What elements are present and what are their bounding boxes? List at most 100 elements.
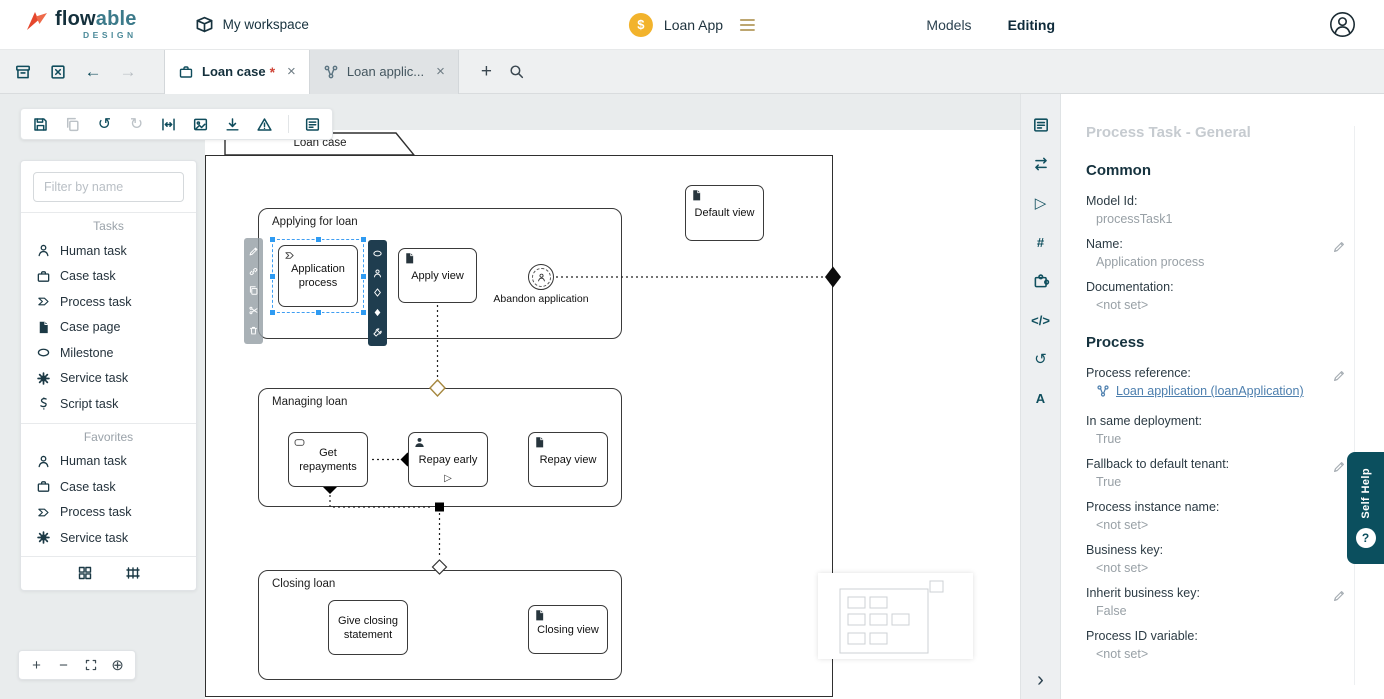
close-tab-icon[interactable]: × xyxy=(287,63,296,80)
redo-icon[interactable]: ↻ xyxy=(128,116,145,133)
code-icon[interactable]: </> xyxy=(1031,311,1050,329)
copy-icon[interactable] xyxy=(64,116,81,133)
edit-pencil-icon[interactable] xyxy=(1332,589,1346,603)
selection-outline xyxy=(269,236,367,316)
user-avatar[interactable] xyxy=(1329,11,1356,38)
field-documentation: Documentation: <not set> xyxy=(1086,280,1174,312)
process-task-icon xyxy=(38,297,49,306)
fit-width-icon[interactable] xyxy=(160,116,177,133)
grid-view-icon[interactable] xyxy=(77,565,93,581)
selection-handle[interactable] xyxy=(360,309,367,316)
hash-icon[interactable]: # xyxy=(1032,233,1050,251)
validation-warning-icon[interactable] xyxy=(256,116,273,133)
undo-icon[interactable]: ↺ xyxy=(96,116,113,133)
close-tab-icon[interactable]: × xyxy=(436,63,445,80)
attributes-panel-icon[interactable] xyxy=(1032,116,1050,134)
palette-filter-input[interactable] xyxy=(33,172,184,202)
edit-pencil-icon[interactable] xyxy=(1332,460,1346,474)
case-page-icon xyxy=(39,321,48,333)
selection-handle[interactable] xyxy=(314,236,322,243)
event-listener-abandon[interactable] xyxy=(528,264,554,290)
app-switcher[interactable]: $ Loan App xyxy=(628,12,756,37)
play-icon[interactable]: ▷ xyxy=(1032,194,1050,212)
task-give-closing-statement[interactable]: Give closing statement xyxy=(328,600,408,655)
brand-flow: flow xyxy=(55,8,96,31)
task-default-view[interactable]: Default view xyxy=(685,185,764,241)
tab-loan-application[interactable]: Loan applic... × xyxy=(309,49,459,94)
palette-item-fav-service-task[interactable]: Service task xyxy=(21,525,196,551)
minimap[interactable] xyxy=(818,573,973,659)
workspace-switcher[interactable]: My workspace xyxy=(195,15,309,34)
palette-item-human-task[interactable]: Human task xyxy=(21,238,196,264)
sentry-option-icon[interactable] xyxy=(372,287,383,298)
palette-item-fav-human-task[interactable]: Human task xyxy=(21,449,196,475)
selection-handle[interactable] xyxy=(269,236,276,243)
palette-item-process-task[interactable]: Process task xyxy=(21,289,196,315)
extensions-puzzle-icon[interactable] xyxy=(1032,272,1050,290)
copy-icon[interactable] xyxy=(248,285,259,296)
new-tab-icon[interactable]: + xyxy=(481,61,492,83)
nav-editing[interactable]: Editing xyxy=(1008,17,1055,33)
form-properties-icon[interactable] xyxy=(304,116,321,133)
palette-item-fav-case-task[interactable]: Case task xyxy=(21,474,196,500)
deploy-icon[interactable] xyxy=(14,63,32,81)
task-label: Repay view xyxy=(539,453,597,466)
task-repay-early[interactable]: Repay early ▷ xyxy=(408,432,488,487)
exit-sentry-option-icon[interactable] xyxy=(372,307,383,318)
save-icon[interactable] xyxy=(32,116,49,133)
forward-icon[interactable]: → xyxy=(119,62,137,81)
nav-models[interactable]: Models xyxy=(926,17,971,33)
text-style-icon[interactable]: A xyxy=(1032,389,1050,407)
palette-item-case-task[interactable]: Case task xyxy=(21,264,196,290)
task-closing-view[interactable]: Closing view xyxy=(528,605,608,654)
minimap-preview xyxy=(839,580,944,654)
edit-icon[interactable] xyxy=(248,246,259,257)
milestone-option-icon[interactable] xyxy=(372,248,383,259)
selection-handle[interactable] xyxy=(269,272,276,280)
download-icon[interactable] xyxy=(224,116,241,133)
tab-label: Loan case xyxy=(202,64,266,79)
tab-loan-case[interactable]: Loan case * × xyxy=(165,49,310,94)
app-menu-icon[interactable] xyxy=(740,18,756,31)
panel-title: Process Task - General xyxy=(1086,124,1251,141)
columns-view-icon[interactable] xyxy=(125,565,141,581)
center-view-icon[interactable]: ⊕ xyxy=(105,653,130,677)
self-help-tab[interactable]: Self Help ? xyxy=(1347,452,1384,564)
selection-handle[interactable] xyxy=(360,236,367,243)
task-label: Apply view xyxy=(411,269,464,282)
close-model-icon[interactable] xyxy=(49,63,67,81)
selection-handle[interactable] xyxy=(360,272,367,280)
human-task-option-icon[interactable] xyxy=(372,268,383,279)
zoom-out-icon[interactable]: − xyxy=(51,653,76,677)
selection-handle[interactable] xyxy=(269,309,276,316)
fit-to-screen-icon[interactable] xyxy=(78,653,103,677)
export-image-icon[interactable] xyxy=(192,116,209,133)
mapping-icon[interactable] xyxy=(1032,155,1050,173)
cut-icon[interactable] xyxy=(248,305,259,316)
edit-pencil-icon[interactable] xyxy=(1332,240,1346,254)
workspace-label: My workspace xyxy=(222,17,309,32)
selection-handle[interactable] xyxy=(314,309,322,316)
settings-wrench-icon[interactable] xyxy=(372,327,383,338)
delete-icon[interactable] xyxy=(248,325,259,336)
search-icon[interactable] xyxy=(508,63,525,80)
palette-item-milestone[interactable]: Milestone xyxy=(21,340,196,366)
link-icon[interactable] xyxy=(248,266,259,277)
service-task-icon xyxy=(37,371,50,385)
task-repay-view[interactable]: Repay view xyxy=(528,432,608,487)
palette-item-service-task[interactable]: Service task xyxy=(21,366,196,392)
task-get-repayments[interactable]: Get repayments xyxy=(288,432,368,487)
zoom-in-icon[interactable]: + xyxy=(24,653,49,677)
back-icon[interactable]: ← xyxy=(84,62,102,81)
palette-item-case-page[interactable]: Case page xyxy=(21,315,196,341)
stage-label: Applying for loan xyxy=(272,216,358,228)
milestone-icon xyxy=(37,348,50,357)
palette-item-script-task[interactable]: Script task xyxy=(21,391,196,417)
history-icon[interactable]: ↺ xyxy=(1032,350,1050,368)
task-apply-view[interactable]: Apply view xyxy=(398,248,477,303)
edit-pencil-icon[interactable] xyxy=(1332,369,1346,383)
help-question-icon: ? xyxy=(1355,527,1376,548)
palette-item-fav-process-task[interactable]: Process task xyxy=(21,500,196,526)
collapse-panel-icon[interactable]: › xyxy=(1032,669,1050,691)
process-reference-link[interactable]: Loan application (loanApplication) xyxy=(1096,384,1304,398)
